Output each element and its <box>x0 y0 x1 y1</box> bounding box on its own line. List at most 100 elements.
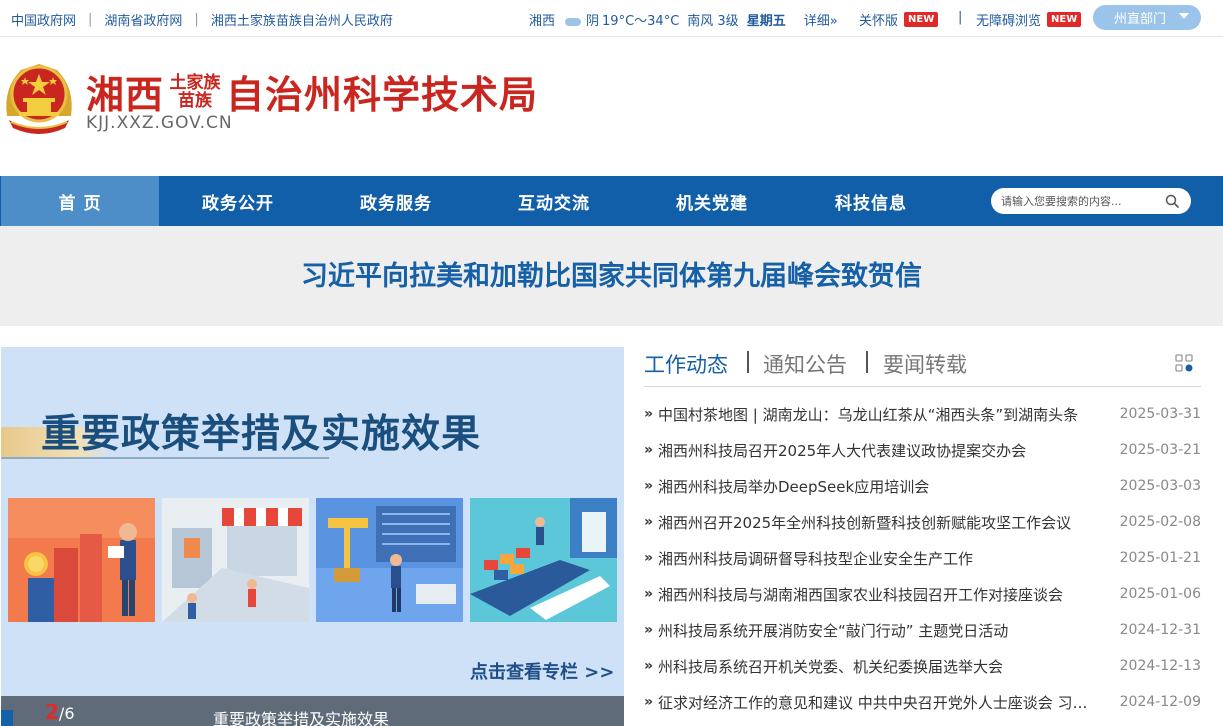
chevron-down-icon <box>1179 13 1189 19</box>
double-arrow-icon: » <box>644 586 654 602</box>
industry-illustration <box>316 498 463 622</box>
accessible-mode-button[interactable]: 无障碍浏览 NEW <box>976 10 1082 29</box>
tab-notices[interactable]: 通知公告 <box>763 349 847 379</box>
news-title: 湘西州科技局召开2025年人大代表建议政协提案交办会 <box>658 441 1027 460</box>
news-title: 湘西州科技局举办DeepSeek应用培训会 <box>658 477 930 496</box>
site-title-left: 湘西 <box>86 73 165 117</box>
news-title: 征求对经济工作的意见和建议 中共中央召开党外人士座谈会 习近平主持并发表重要讲话 <box>658 693 1098 712</box>
new-badge: NEW <box>904 12 939 27</box>
department-select[interactable]: 州直部门 <box>1093 5 1201 30</box>
weather-city: 湘西 <box>529 14 556 29</box>
site-title-right: 自治州科学技术局 <box>226 73 539 117</box>
shop-illustration <box>162 498 309 622</box>
double-arrow-icon: » <box>644 694 654 710</box>
divider: | <box>88 12 93 27</box>
link-hunan-gov[interactable]: 湖南省政府网 <box>104 10 182 29</box>
divider <box>1 457 329 459</box>
care-mode-button[interactable]: 关怀版 NEW <box>859 10 939 29</box>
tab-reprinted-news[interactable]: 要闻转载 <box>883 349 967 379</box>
slide-current: 2 <box>45 700 59 724</box>
double-arrow-icon: » <box>644 622 654 638</box>
double-arrow-icon: » <box>644 514 654 530</box>
headline-band: 习近平向拉美和加勒比国家共同体第九届峰会致贺信 <box>0 226 1223 326</box>
national-emblem-icon <box>6 64 72 134</box>
weather-weekday: 星期五 <box>746 14 786 29</box>
nav-party-building[interactable]: 机关党建 <box>633 176 791 226</box>
news-tabs: 工作动态 通知公告 要闻转载 <box>644 349 1201 387</box>
news-item[interactable]: » 湘西州召开2025年全州科技创新暨科技创新赋能攻坚工作会议 2025-02-… <box>644 504 1201 540</box>
news-title: 湘西州召开2025年全州科技创新暨科技创新赋能攻坚工作会议 <box>658 513 1072 532</box>
link-gov-cn[interactable]: 中国政府网 <box>11 10 76 29</box>
department-select-label: 州直部门 <box>1114 12 1167 27</box>
news-item[interactable]: » 州科技局系统召开机关党委、机关纪委换届选举大会 2024-12-13 <box>644 648 1201 684</box>
news-date: 2025-01-06 <box>1119 586 1201 602</box>
divider: | <box>958 10 963 25</box>
weather-details-link[interactable]: 详细» <box>804 10 838 29</box>
banner-caption-bar: 2/6 重要政策举措及实施效果 <box>1 696 624 726</box>
divider: | <box>194 12 199 27</box>
news-title: 湘西州科技局与湖南湘西国家农业科技园召开工作对接座谈会 <box>658 585 1064 604</box>
search-icon[interactable] <box>1165 194 1179 208</box>
news-item[interactable]: » 湘西州科技局举办DeepSeek应用培训会 2025-03-03 <box>644 468 1201 504</box>
slide-caption[interactable]: 重要政策举措及实施效果 <box>213 706 389 726</box>
news-list: » 中国村茶地图 | 湖南龙山：乌龙山红茶从“湘西头条”到湖南头条 2025-0… <box>644 396 1201 720</box>
news-date: 2025-03-31 <box>1119 406 1201 422</box>
link-xiangxi-gov[interactable]: 湘西土家族苗族自治州人民政府 <box>211 10 393 29</box>
double-arrow-icon: » <box>644 442 654 458</box>
new-badge: NEW <box>1047 12 1082 27</box>
weather-widget: 湘西 阴 19°C～34°C 南风 3级 星期五 详细» <box>529 10 846 29</box>
banner-more-link[interactable]: 点击查看专栏 >> <box>470 658 614 684</box>
news-title: 中国村茶地图 | 湖南龙山：乌龙山红茶从“湘西头条”到湖南头条 <box>658 405 1079 424</box>
news-title: 州科技局系统召开机关党委、机关纪委换届选举大会 <box>658 657 1004 676</box>
nav-interaction[interactable]: 互动交流 <box>475 176 633 226</box>
care-mode-label: 关怀版 <box>859 14 899 29</box>
news-item[interactable]: » 州科技局系统开展消防安全“敲门行动” 主题党日活动 2024-12-31 <box>644 612 1201 648</box>
slide-marker <box>1 710 13 726</box>
headline-link[interactable]: 习近平向拉美和加勒比国家共同体第九届峰会致贺信 <box>0 254 1223 293</box>
news-item[interactable]: » 湘西州科技局与湖南湘西国家农业科技园召开工作对接座谈会 2025-01-06 <box>644 576 1201 612</box>
nav-gov-affairs[interactable]: 政务公开 <box>159 176 317 226</box>
site-title[interactable]: 湘西 土家族苗族 自治州科学技术局 <box>86 64 538 119</box>
feature-banner[interactable]: 重要政策举措及实施效果 点击查看专栏 >> 2/6 重要政策举措及实施效果 <box>1 347 624 726</box>
news-date: 2024-12-09 <box>1119 694 1201 710</box>
more-grid-icon[interactable] <box>1175 354 1193 372</box>
double-arrow-icon: » <box>644 658 654 674</box>
weather-temperature: 19°C～34°C <box>602 14 680 29</box>
banner-title: 重要政策举措及实施效果 <box>41 411 482 457</box>
slide-total: /6 <box>58 704 75 723</box>
news-item[interactable]: » 湘西州科技局调研督导科技型企业安全生产工作 2025-01-21 <box>644 540 1201 576</box>
divider <box>747 351 749 373</box>
double-arrow-icon: » <box>644 478 654 494</box>
weather-condition: 阴 <box>586 14 600 29</box>
news-title: 湘西州科技局调研督导科技型企业安全生产工作 <box>658 549 974 568</box>
accessible-mode-label: 无障碍浏览 <box>976 14 1042 29</box>
search-input[interactable] <box>1001 194 1151 208</box>
double-arrow-icon: » <box>644 406 654 422</box>
news-item[interactable]: » 征求对经济工作的意见和建议 中共中央召开党外人士座谈会 习近平主持并发表重要… <box>644 684 1201 720</box>
news-date: 2025-01-21 <box>1119 550 1201 566</box>
search-box <box>991 188 1191 214</box>
divider <box>866 351 868 373</box>
tab-work-news[interactable]: 工作动态 <box>644 349 728 379</box>
site-domain: KJJ.XXZ.GOV.CN <box>86 113 233 133</box>
weather-wind: 南风 3级 <box>687 14 739 29</box>
top-bar: 中国政府网 | 湖南省政府网 | 湘西土家族苗族自治州人民政府 湘西 阴 19°… <box>0 0 1223 37</box>
news-item[interactable]: » 中国村茶地图 | 湖南龙山：乌龙山红茶从“湘西头条”到湖南头条 2025-0… <box>644 396 1201 432</box>
news-date: 2025-03-03 <box>1119 478 1201 494</box>
double-arrow-icon: » <box>644 550 654 566</box>
site-title-small: 土家族苗族 <box>169 72 221 111</box>
news-title: 州科技局系统开展消防安全“敲门行动” 主题党日活动 <box>658 621 1009 640</box>
cloudy-icon <box>563 13 583 26</box>
news-date: 2024-12-13 <box>1119 658 1201 674</box>
news-date: 2025-02-08 <box>1119 514 1201 530</box>
slide-pager: 2/6 <box>45 700 75 724</box>
news-item[interactable]: » 湘西州科技局召开2025年人大代表建议政协提案交办会 2025-03-21 <box>644 432 1201 468</box>
nav-tech-info[interactable]: 科技信息 <box>792 176 950 226</box>
news-date: 2024-12-31 <box>1119 622 1201 638</box>
nav-gov-services[interactable]: 政务服务 <box>317 176 475 226</box>
logistics-illustration <box>470 498 617 622</box>
nav-home[interactable]: 首 页 <box>1 176 159 226</box>
main-nav: 首 页 政务公开 政务服务 互动交流 机关党建 科技信息 <box>0 176 1223 226</box>
finance-illustration <box>8 498 155 622</box>
news-date: 2025-03-21 <box>1119 442 1201 458</box>
